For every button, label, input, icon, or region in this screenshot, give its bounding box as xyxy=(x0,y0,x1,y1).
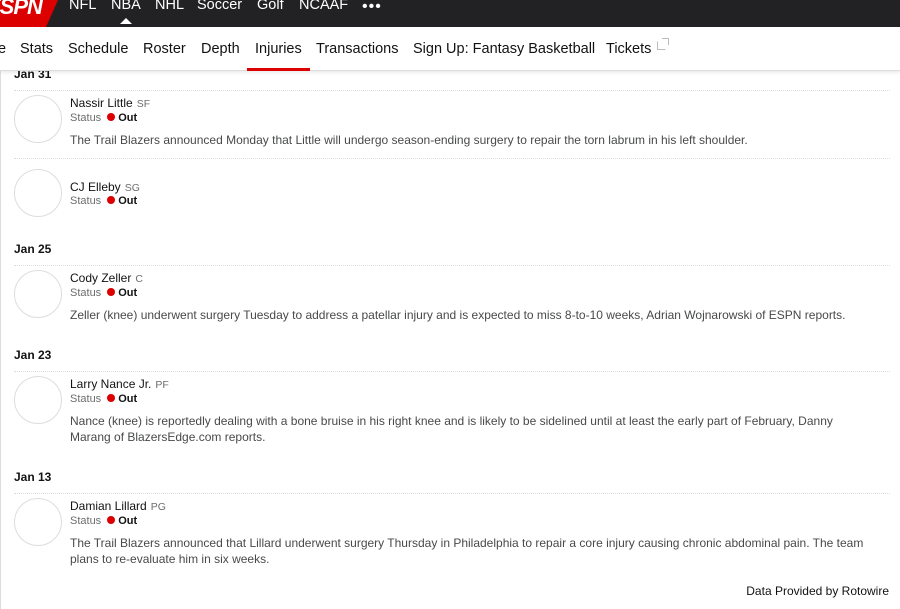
divider xyxy=(14,158,890,159)
status-label: Status xyxy=(70,195,102,207)
tab-transactions[interactable]: Transactions xyxy=(316,41,398,57)
injuries-list: Jan 31 Nassir Little SF Status Out The Tra… xyxy=(0,71,900,609)
player-headshot[interactable] xyxy=(14,498,62,546)
status-label: Status xyxy=(70,112,102,124)
tab-roster[interactable]: Roster xyxy=(143,41,186,57)
nav-soccer[interactable]: Soccer xyxy=(197,0,242,13)
date-heading: Jan 25 xyxy=(14,242,52,256)
player-name[interactable]: Larry Nance Jr. xyxy=(70,377,151,391)
status-value: Out xyxy=(118,112,138,124)
date-heading: Jan 31 xyxy=(14,71,52,81)
tab-home[interactable]: e xyxy=(0,41,6,57)
player-name-line[interactable]: Nassir Little SF xyxy=(70,96,150,110)
status-value: Out xyxy=(118,515,138,527)
player-name[interactable]: Damian Lillard xyxy=(70,499,147,513)
tab-injuries[interactable]: Injuries xyxy=(247,41,310,71)
date-heading: Jan 23 xyxy=(14,348,52,362)
tab-depth[interactable]: Depth xyxy=(201,41,240,57)
status-dot-icon xyxy=(107,113,116,121)
status-label: Status xyxy=(70,393,102,405)
espn-top-nav: ESPN NFL NBA NHL Soccer Golf NCAAF ••• xyxy=(0,0,900,27)
divider xyxy=(14,265,890,266)
player-position: PG xyxy=(150,501,166,513)
status-value: Out xyxy=(118,195,138,207)
status-row: Status Out xyxy=(70,515,137,527)
status-dot-icon xyxy=(107,516,116,524)
status-label: Status xyxy=(70,287,102,299)
player-name[interactable]: CJ Elleby xyxy=(70,180,121,194)
player-headshot[interactable] xyxy=(14,376,62,424)
data-credit: Data Provided by Rotowire xyxy=(746,584,889,598)
player-position: PF xyxy=(155,379,169,391)
injury-note: The Trail Blazers announced that Lillard… xyxy=(70,536,864,566)
nav-nba[interactable]: NBA xyxy=(111,0,141,24)
injury-note: The Trail Blazers announced Monday that … xyxy=(70,133,748,147)
player-name[interactable]: Nassir Little xyxy=(70,96,133,110)
tab-fantasy-signup[interactable]: Sign Up: Fantasy Basketball xyxy=(413,41,595,57)
injury-note: Zeller (knee) underwent surgery Tuesday … xyxy=(70,308,846,322)
tab-stats[interactable]: Stats xyxy=(20,41,53,57)
player-headshot[interactable] xyxy=(14,270,62,318)
date-heading: Jan 13 xyxy=(14,470,52,484)
player-name-line[interactable]: Larry Nance Jr. PF xyxy=(70,377,169,391)
player-position: SF xyxy=(136,98,151,110)
status-dot-icon xyxy=(107,288,116,296)
status-value: Out xyxy=(118,287,138,299)
injury-note: Nance (knee) is reportedly dealing with … xyxy=(70,414,833,444)
espn-logo[interactable]: ESPN xyxy=(0,0,58,27)
more-sports-icon[interactable]: ••• xyxy=(362,0,382,16)
divider xyxy=(14,493,890,494)
status-row: Status Out xyxy=(70,287,137,299)
espn-logo-text: ESPN xyxy=(0,0,43,19)
status-dot-icon xyxy=(107,394,116,402)
status-value: Out xyxy=(118,393,138,405)
nav-nfl[interactable]: NFL xyxy=(69,0,96,13)
nav-golf[interactable]: Golf xyxy=(257,0,284,13)
status-row: Status Out xyxy=(70,112,137,124)
team-subnav: e Stats Schedule Roster Depth Injuries T… xyxy=(0,27,900,71)
tab-tickets-label: Tickets xyxy=(606,41,652,57)
divider xyxy=(14,90,890,91)
player-headshot[interactable] xyxy=(14,169,62,217)
nav-nhl[interactable]: NHL xyxy=(155,0,184,13)
player-name-line[interactable]: Cody Zeller C xyxy=(70,271,143,285)
status-row: Status Out xyxy=(70,393,137,405)
divider xyxy=(14,371,890,372)
tab-schedule[interactable]: Schedule xyxy=(68,41,128,57)
status-dot-icon xyxy=(107,196,116,204)
player-name-line[interactable]: CJ Elleby SG xyxy=(70,180,140,194)
player-headshot[interactable] xyxy=(14,95,62,143)
player-position: SG xyxy=(124,182,140,194)
player-name[interactable]: Cody Zeller xyxy=(70,271,131,285)
tab-tickets[interactable]: Tickets xyxy=(606,38,670,57)
status-label: Status xyxy=(70,515,102,527)
player-name-line[interactable]: Damian Lillard PG xyxy=(70,499,166,513)
player-position: C xyxy=(135,273,143,285)
status-row: Status Out xyxy=(70,195,137,207)
external-link-icon xyxy=(657,38,670,50)
nav-ncaaf[interactable]: NCAAF xyxy=(299,0,348,13)
